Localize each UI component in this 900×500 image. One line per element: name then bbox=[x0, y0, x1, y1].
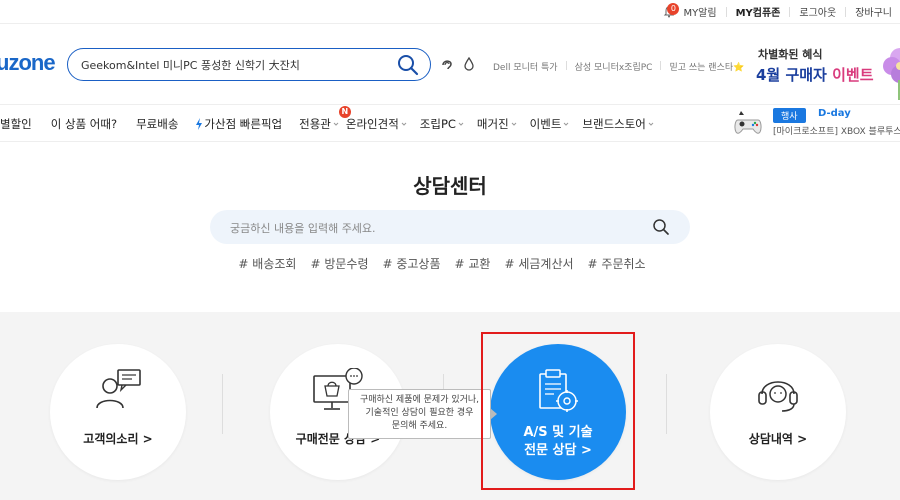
customer-voice-icon bbox=[96, 369, 141, 409]
nav-items: 별할인 이 상품 어때? 무료배송 가산점 빠른픽업 전용관 N 온라인견적 조… bbox=[0, 106, 654, 132]
highlight-box bbox=[481, 332, 635, 490]
event-badge: 행사 bbox=[773, 108, 806, 123]
promo-link-lanstar[interactable]: 믿고 쓰는 랜스타⭐ bbox=[669, 60, 744, 73]
nav-item-brand-store[interactable]: 브랜드스토어 bbox=[582, 116, 654, 132]
nav-item-quick-pickup[interactable]: 가산점 빠른픽업 bbox=[195, 116, 282, 132]
nav-item-label: 매거진 bbox=[476, 117, 509, 131]
main-search-box[interactable]: Geekom&Intel 미니PC 풍성한 신학기 大잔치 bbox=[67, 48, 431, 81]
event-dday: D-day bbox=[818, 108, 851, 119]
banner-line2-highlight: 이벤트 bbox=[832, 66, 874, 84]
divider bbox=[565, 61, 567, 70]
ear-icon[interactable] bbox=[441, 57, 453, 71]
page-title: 상담센터 bbox=[413, 174, 487, 198]
banner-line2-text: 4월 구매자 bbox=[756, 66, 833, 84]
help-search-input[interactable]: 궁금하신 내용을 입력해 주세요. bbox=[230, 220, 376, 236]
headset-icon bbox=[758, 381, 798, 412]
nav-item-label: 가산점 빠른픽업 bbox=[204, 117, 283, 131]
my-alarm-link[interactable]: MY알림 bbox=[683, 4, 716, 19]
nav-item-recommend[interactable]: 이 상품 어때? bbox=[51, 116, 117, 132]
drop-icon[interactable] bbox=[463, 57, 475, 71]
logout-link[interactable]: 로그아웃 bbox=[799, 4, 836, 19]
new-badge: N bbox=[338, 106, 351, 118]
nav-item-label: 온라인견적 bbox=[345, 117, 399, 131]
divider bbox=[666, 374, 667, 434]
main-nav: 별할인 이 상품 어때? 무료배송 가산점 빠른픽업 전용관 N 온라인견적 조… bbox=[0, 104, 900, 142]
promo-link-samsung[interactable]: 삼성 모니터x조립PC bbox=[575, 60, 653, 73]
flower-icon bbox=[883, 48, 900, 100]
divider bbox=[660, 61, 662, 70]
nav-item-exclusive[interactable]: 전용관 bbox=[299, 116, 339, 132]
divider bbox=[725, 6, 727, 17]
search-input[interactable]: Geekom&Intel 미니PC 풍성한 신학기 大잔치 bbox=[81, 57, 300, 73]
help-search-box[interactable]: 궁금하신 내용을 입력해 주세요. bbox=[210, 210, 690, 244]
nav-item-label: 별할인 bbox=[0, 117, 32, 131]
as-tooltip: 구매하신 제품에 문제가 있거나, 기술적인 상담이 필요한 경우 문의해 주세… bbox=[348, 389, 497, 439]
event-card[interactable]: 행사 D-day [마이크로소프트] XBOX 블루투스 bbox=[728, 105, 900, 143]
nav-item-magazine[interactable]: 매거진 bbox=[477, 116, 517, 132]
nav-item-discount[interactable]: 별할인 bbox=[0, 116, 32, 132]
search-icon[interactable] bbox=[396, 53, 420, 77]
banner-line2: 4월 구매자 이벤트 bbox=[756, 64, 874, 85]
chevron-down-icon bbox=[648, 122, 654, 126]
header-promo-links: Dell 모니터 특가 삼성 모니터x조립PC 믿고 쓰는 랜스타⭐ bbox=[493, 60, 744, 73]
nav-item-label: 브랜드스토어 bbox=[582, 117, 646, 131]
nav-item-label: 이벤트 bbox=[529, 117, 562, 131]
consult-history-button[interactable]: 상담내역 > bbox=[710, 344, 846, 480]
tooltip-line: 문의해 주세요. bbox=[391, 421, 448, 431]
tooltip-line: 구매하신 제품에 문제가 있거나, bbox=[359, 395, 480, 405]
chevron-down-icon bbox=[511, 122, 517, 126]
divider bbox=[845, 6, 847, 17]
site-logo[interactable]: uzone bbox=[0, 50, 56, 76]
customer-voice-button[interactable]: 고객의소리 > bbox=[50, 344, 186, 480]
quick-tags: # 배송조회 # 방문수령 # 중고상품 # 교환 # 세금계산서 # 주문취소 bbox=[0, 255, 892, 272]
nav-item-event[interactable]: 이벤트 bbox=[530, 116, 570, 132]
nav-item-online-quote[interactable]: N 온라인견적 bbox=[338, 106, 407, 132]
nav-item-label: 전용관 bbox=[299, 117, 331, 131]
divider bbox=[222, 374, 223, 434]
header-icons bbox=[441, 57, 475, 71]
event-banner[interactable]: 차별화된 혜식 4월 구매자 이벤트 bbox=[748, 40, 900, 100]
top-utility-bar: 0 MY알림 MY컴퓨존 로그아웃 장바구니 bbox=[0, 0, 900, 24]
chevron-down-icon bbox=[401, 122, 407, 126]
tag-delivery[interactable]: # 배송조회 bbox=[238, 255, 296, 272]
gamepad-icon bbox=[734, 111, 762, 134]
page: 0 MY알림 MY컴퓨존 로그아웃 장바구니 uzone Geekom&Inte… bbox=[0, 0, 900, 500]
event-description: [마이크로소프트] XBOX 블루투스 bbox=[773, 127, 900, 137]
chevron-down-icon bbox=[564, 122, 569, 126]
bell-icon[interactable]: 0 bbox=[663, 2, 680, 18]
banner-line1: 차별화된 혜식 bbox=[758, 48, 823, 61]
search-icon[interactable] bbox=[652, 218, 670, 236]
tag-tax-invoice[interactable]: # 세금계산서 bbox=[504, 255, 573, 272]
nav-item-label: 조립PC bbox=[419, 117, 456, 131]
chevron-down-icon bbox=[333, 122, 339, 126]
divider bbox=[789, 6, 791, 17]
utility-links: 0 MY알림 MY컴퓨존 로그아웃 장바구니 bbox=[663, 2, 892, 19]
tag-pickup[interactable]: # 방문수령 bbox=[310, 255, 368, 272]
nav-item-custom-pc[interactable]: 조립PC bbox=[420, 116, 464, 132]
my-computerzone-link[interactable]: MY컴퓨존 bbox=[736, 4, 781, 19]
tag-exchange[interactable]: # 교환 bbox=[455, 255, 491, 272]
promo-link-dell[interactable]: Dell 모니터 특가 bbox=[493, 60, 558, 73]
tooltip-line: 기술적인 상담이 필요한 경우 bbox=[365, 408, 474, 418]
cart-link[interactable]: 장바구니 bbox=[855, 4, 892, 19]
alarm-count-badge: 0 bbox=[667, 2, 680, 15]
tag-used[interactable]: # 중고상품 bbox=[382, 255, 440, 272]
nav-item-label: 이 상품 어때? bbox=[50, 117, 118, 131]
chevron-down-icon bbox=[458, 122, 464, 126]
lightning-icon bbox=[196, 118, 203, 130]
nav-item-free-shipping[interactable]: 무료배송 bbox=[136, 116, 178, 132]
customer-voice-label: 고객의소리 > bbox=[83, 432, 153, 446]
nav-item-label: 무료배송 bbox=[136, 117, 179, 131]
tag-cancel-order[interactable]: # 주문취소 bbox=[588, 255, 646, 272]
consult-history-label: 상담내역 > bbox=[748, 432, 808, 446]
